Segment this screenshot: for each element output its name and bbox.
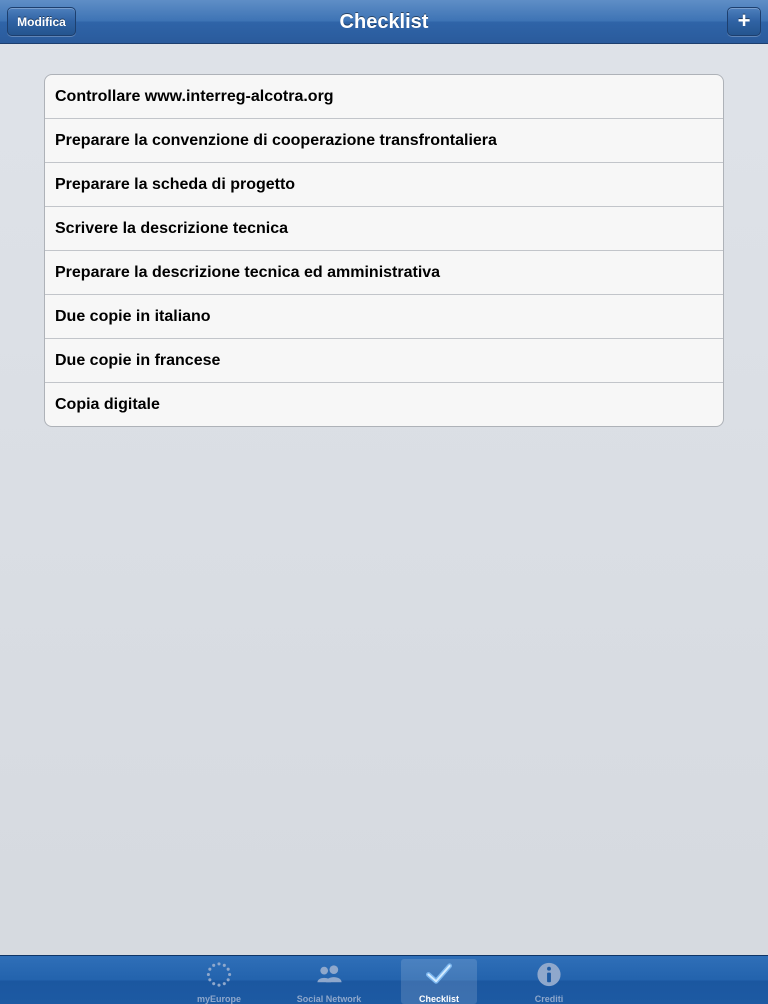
info-icon bbox=[537, 962, 561, 987]
page-title: Checklist bbox=[339, 11, 429, 33]
checklist-row[interactable]: Due copie in francese bbox=[45, 338, 723, 382]
checklist-row[interactable]: Preparare la convenzione di cooperazione… bbox=[45, 118, 723, 162]
checklist-row[interactable]: Scrivere la descrizione tecnica bbox=[45, 206, 723, 250]
eu-stars-icon bbox=[206, 962, 232, 987]
checklist-item-label: Due copie in italiano bbox=[55, 307, 211, 325]
checklist-row[interactable]: Preparare la descrizione tecnica ed ammi… bbox=[45, 250, 723, 294]
add-button[interactable]: + bbox=[727, 7, 761, 36]
checklist-row[interactable]: Preparare la scheda di progetto bbox=[45, 162, 723, 206]
checklist-item-label: Preparare la convenzione di cooperazione… bbox=[55, 131, 497, 149]
tab-social-network[interactable]: Social Network bbox=[291, 959, 367, 1004]
checklist-item-label: Due copie in francese bbox=[55, 351, 221, 369]
tab-label: Crediti bbox=[534, 994, 564, 1004]
checklist-item-label: Preparare la scheda di progetto bbox=[55, 175, 296, 193]
checklist-table: Controllare www.interreg-alcotra.org Pre… bbox=[44, 74, 724, 427]
people-icon bbox=[317, 965, 342, 983]
checklist-row[interactable]: Controllare www.interreg-alcotra.org bbox=[45, 75, 723, 118]
tab-crediti[interactable]: Crediti bbox=[511, 959, 587, 1004]
tab-label: Social Network bbox=[296, 994, 362, 1004]
checklist-item-label: Preparare la descrizione tecnica ed ammi… bbox=[55, 263, 441, 281]
navigation-bar: Checklist Modifica + bbox=[0, 0, 768, 44]
checklist-item-label: Copia digitale bbox=[55, 395, 160, 413]
plus-icon: + bbox=[737, 7, 751, 33]
checklist-item-label: Controllare www.interreg-alcotra.org bbox=[55, 87, 334, 105]
edit-button[interactable]: Modifica bbox=[7, 7, 76, 36]
checklist-row[interactable]: Due copie in italiano bbox=[45, 294, 723, 338]
checklist-item-label: Scrivere la descrizione tecnica bbox=[55, 219, 289, 237]
tab-bar: myEurope Social Network Checklist Credit… bbox=[0, 955, 768, 1004]
tab-checklist[interactable]: Checklist bbox=[401, 959, 477, 1004]
checklist-row[interactable]: Copia digitale bbox=[45, 382, 723, 426]
tab-myeurope[interactable]: myEurope bbox=[181, 959, 257, 1004]
tab-label: myEurope bbox=[196, 994, 241, 1004]
checkmark-icon bbox=[425, 963, 453, 984]
tab-label: Checklist bbox=[418, 994, 460, 1004]
